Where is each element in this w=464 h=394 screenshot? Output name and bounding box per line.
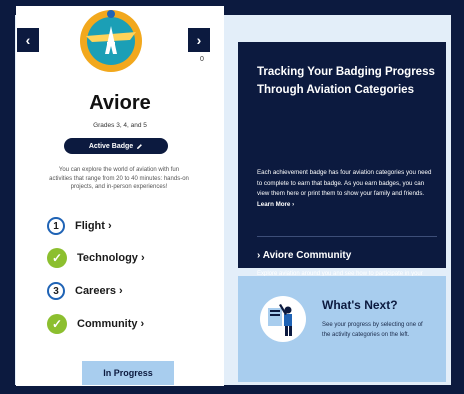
active-badge-label: Active Badge xyxy=(88,142,134,150)
tracking-body-text: Each achievement badge has four aviation… xyxy=(257,169,432,197)
program-description: You can explore the world of aviation wi… xyxy=(49,167,189,190)
step-number-badge: 1 xyxy=(47,217,65,235)
category-careers[interactable]: 3 Careers › xyxy=(47,281,123,301)
next-button[interactable]: › xyxy=(188,28,210,52)
aviore-logo-icon xyxy=(80,10,142,72)
person-pointing-icon xyxy=(268,304,292,336)
category-label: Flight › xyxy=(75,220,112,232)
whats-next-heading: What's Next? xyxy=(322,298,398,312)
chevron-left-icon: ‹ xyxy=(25,32,31,48)
category-label: Community › xyxy=(77,318,145,330)
in-progress-button[interactable]: In Progress xyxy=(82,361,174,385)
category-label: Careers › xyxy=(75,285,123,297)
divider xyxy=(257,236,437,237)
checkmark-icon: ✓ xyxy=(47,248,67,268)
program-title: Aviore xyxy=(89,92,151,114)
step-number-badge: 3 xyxy=(47,282,65,300)
chevron-right-icon: › xyxy=(196,32,202,48)
tracking-heading: Tracking Your Badging Progress Through A… xyxy=(257,66,435,96)
previous-button[interactable]: ‹ xyxy=(17,28,39,52)
tracking-panel: Tracking Your Badging Progress Through A… xyxy=(238,42,446,286)
tracking-body: Each achievement badge has four aviation… xyxy=(257,168,437,210)
active-badge-button[interactable]: Active Badge xyxy=(64,138,168,154)
category-technology[interactable]: ✓ Technology › xyxy=(47,248,145,268)
grades-text: Grades 3, 4, and 5 xyxy=(93,122,147,129)
checkmark-icon: ✓ xyxy=(47,314,67,334)
whats-next-panel: What's Next? See your progress by select… xyxy=(238,276,446,382)
person-illustration-icon xyxy=(260,296,306,342)
category-flight[interactable]: 1 Flight › xyxy=(47,216,112,236)
page-hint: 0 xyxy=(200,56,204,63)
category-community[interactable]: ✓ Community › xyxy=(47,314,144,334)
community-link[interactable]: › Aviore Community xyxy=(257,250,351,261)
pencil-icon xyxy=(137,143,143,149)
learn-more-link[interactable]: Learn More › xyxy=(257,201,294,208)
category-label: Technology › xyxy=(77,252,145,264)
whats-next-text: See your progress by selecting one of th… xyxy=(322,322,423,338)
